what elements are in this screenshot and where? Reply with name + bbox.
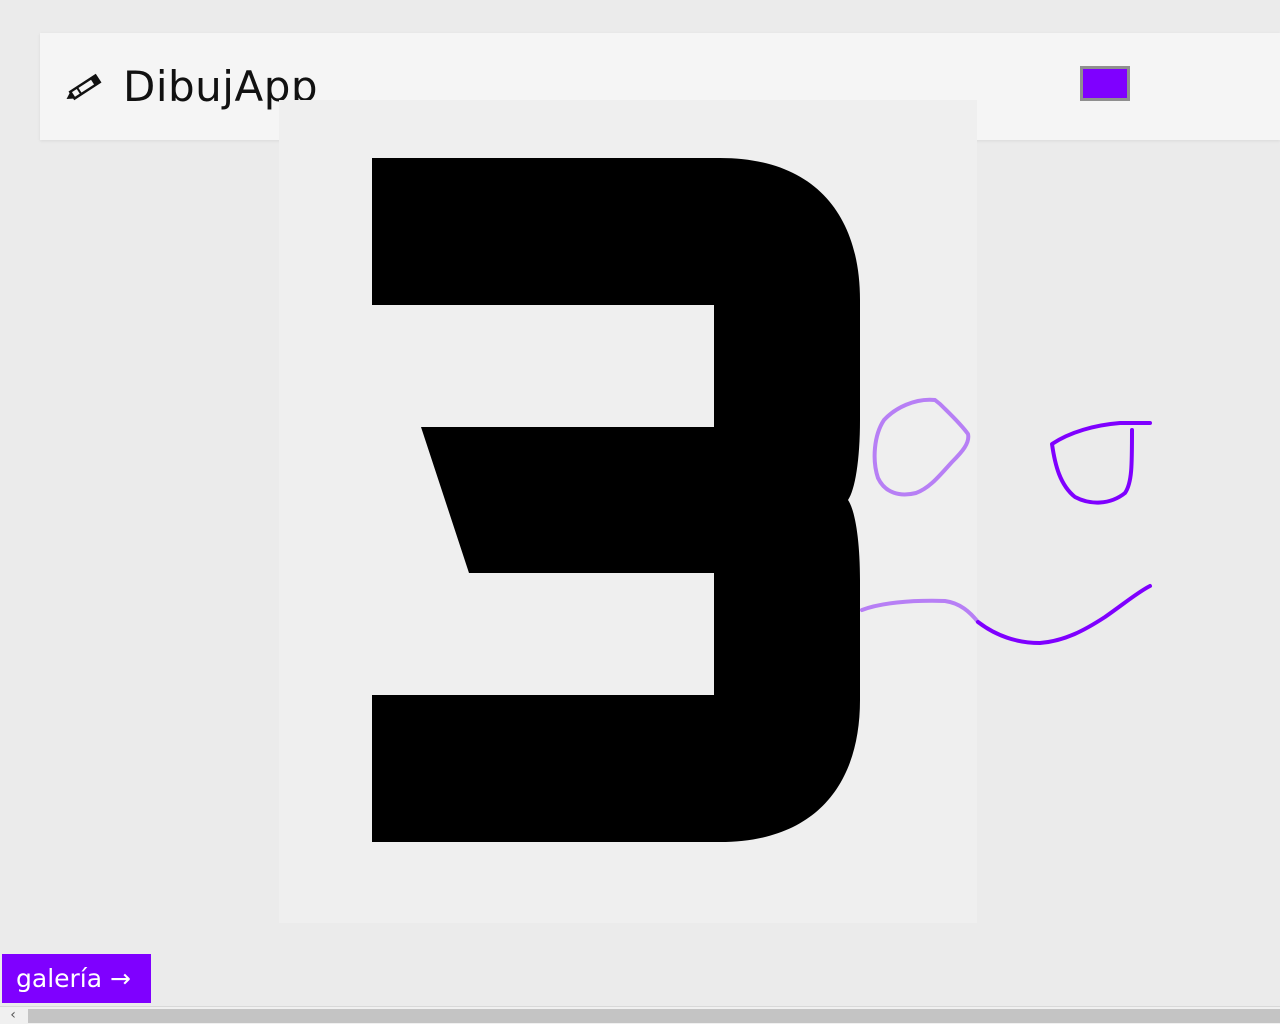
chevron-left-icon[interactable]: ‹: [0, 1007, 26, 1024]
scrollbar-thumb[interactable]: [28, 1009, 1280, 1023]
color-picker-swatch[interactable]: [1080, 66, 1130, 101]
cup-stroke: [1050, 421, 1152, 505]
drawing-canvas[interactable]: [279, 100, 977, 923]
wave-stroke: [976, 584, 1152, 646]
pencil-icon: [66, 73, 102, 101]
horizontal-scrollbar[interactable]: ‹: [0, 1006, 1280, 1024]
gallery-button[interactable]: galería →: [2, 954, 151, 1003]
